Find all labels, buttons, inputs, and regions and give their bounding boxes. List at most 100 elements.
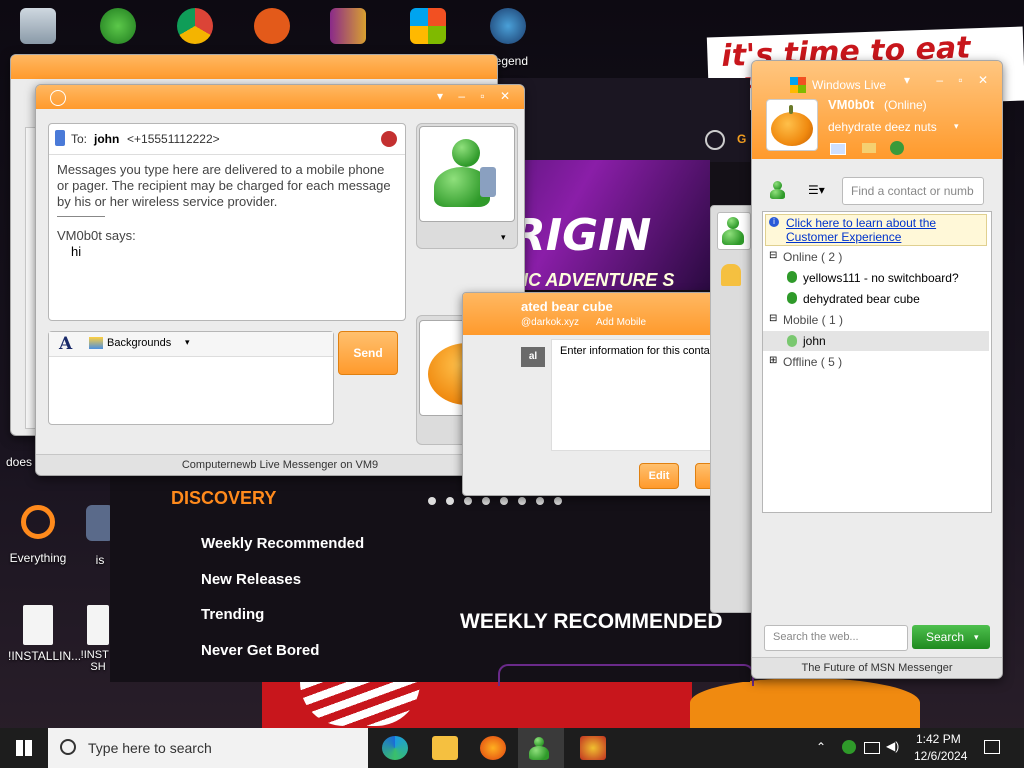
chat-window: ▾ – ▫ ✕ To: john <+15551112222> Messages… [35, 84, 525, 476]
desktop-icon-p[interactable] [242, 8, 302, 48]
edit-button[interactable]: Edit [639, 463, 679, 489]
paint-bucket-icon[interactable]: ▾ [904, 73, 910, 87]
game-taskbar-icon[interactable] [580, 736, 606, 760]
taskbar: Type here to search ⌃ ◀) 1:42 PM 12/6/20… [0, 728, 1024, 768]
send-button[interactable]: Send [338, 331, 398, 375]
contact-row-selected[interactable]: john [763, 331, 989, 351]
status-text[interactable]: (Online) [884, 98, 927, 112]
recycle-bin-icon [20, 8, 56, 44]
message-input[interactable] [53, 360, 327, 418]
font-icon[interactable]: A [59, 334, 72, 354]
input-panel: A Backgrounds ▾ [48, 331, 334, 425]
clock-time[interactable]: 1:42 PM [916, 732, 961, 746]
tray-messenger-icon[interactable] [842, 740, 856, 754]
backgrounds-dropdown[interactable]: Backgrounds [107, 337, 171, 349]
desktop-icon-messenger[interactable] [88, 8, 148, 48]
web-search-input[interactable]: Search the web... [764, 625, 908, 651]
chevron-down-icon[interactable]: ▾ [974, 625, 979, 649]
chrome-icon [177, 8, 213, 44]
view-options-icon[interactable]: ☰▾ [808, 183, 825, 197]
group-label: Online ( 2 ) [783, 250, 843, 264]
mobile-phone-icon [55, 130, 65, 146]
text-file-icon [87, 605, 109, 645]
taskbar-search-placeholder: Type here to search [88, 740, 212, 756]
contact-name: john [803, 334, 826, 348]
file-explorer-icon[interactable] [432, 736, 458, 760]
desktop-icon-label: Everything [9, 551, 67, 565]
online-status-icon [787, 271, 797, 283]
contact-avatar[interactable] [419, 126, 515, 222]
nav-new-releases[interactable]: New Releases [201, 571, 301, 588]
personal-message[interactable]: dehydrate deez nuts [828, 120, 937, 134]
desktop-icon-winrar[interactable] [318, 8, 378, 48]
desktop-icon-windows[interactable] [398, 8, 458, 48]
expand-icon[interactable]: ⊞ [769, 355, 777, 366]
contact-name: john [94, 132, 120, 146]
folder-icon[interactable] [862, 143, 876, 153]
search-button-label: Search [926, 630, 965, 644]
game-shortcut-icon [490, 8, 526, 44]
chat-window-menu-icon[interactable] [50, 90, 66, 106]
tray-chevron-up-icon[interactable]: ⌃ [816, 740, 826, 754]
store-search-icon[interactable] [705, 130, 725, 150]
info-bar-link[interactable]: Click here to learn about the Customer E… [786, 216, 956, 244]
desktop-icon-label: !INSTALLIN... [8, 649, 82, 663]
contacts-tab[interactable] [717, 212, 751, 250]
find-contact-input[interactable]: Find a contact or numb [842, 177, 984, 205]
contact-number: <+15551112222> [127, 132, 220, 146]
web-search-button[interactable]: Search ▾ [912, 625, 990, 649]
nav-weekly-recommended[interactable]: Weekly Recommended [201, 535, 364, 552]
to-bar: To: john <+15551112222> [49, 124, 405, 155]
format-toolbar: A Backgrounds ▾ [49, 332, 333, 357]
add-contact-icon[interactable] [770, 181, 790, 199]
desktop-icon-installing-1[interactable]: !INSTALLIN... [8, 605, 82, 663]
notification-icon[interactable] [984, 740, 1000, 754]
chat-footer: Computernewb Live Messenger on VM9 [36, 454, 524, 475]
volume-icon[interactable]: ◀) [886, 739, 899, 753]
nav-trending[interactable]: Trending [201, 606, 264, 623]
taskbar-search-box[interactable]: Type here to search [48, 728, 368, 768]
conversation-panel: To: john <+15551112222> Messages you typ… [48, 123, 406, 321]
group-label: Mobile ( 1 ) [783, 313, 844, 327]
chevron-down-icon[interactable]: ▾ [501, 232, 506, 243]
contact-name: yellows111 - no switchboard? [803, 271, 959, 285]
firefox-icon[interactable] [480, 736, 506, 760]
info-bar[interactable]: i Click here to learn about the Customer… [765, 214, 987, 246]
edge-icon[interactable] [382, 736, 408, 760]
text-file-icon [23, 605, 53, 645]
collapse-icon[interactable]: ⊟ [769, 313, 777, 324]
nav-never-get-bored[interactable]: Never Get Bored [201, 642, 319, 659]
contact-toolbar: ☰▾ Find a contact or numb [762, 169, 990, 209]
desktop-icon-partial[interactable]: does [4, 455, 34, 469]
profile-header: Windows Live ▾ – ▫ ✕ VM0b0t (Online) deh… [752, 61, 1002, 159]
clock-date[interactable]: 12/6/2024 [914, 749, 967, 763]
network-icon[interactable] [864, 742, 880, 754]
everything-search-icon [21, 505, 55, 539]
spaces-icon[interactable] [890, 141, 904, 155]
chevron-down-icon[interactable]: ▾ [185, 337, 190, 348]
desktop-icon-everything[interactable]: Everything [8, 505, 68, 565]
windows-live-logo-icon [790, 77, 806, 93]
sender-line: VM0b0t says: [57, 228, 136, 243]
contact-card-name: ated bear cube [521, 299, 613, 314]
contact-card-email: @darkok.xyz [521, 317, 579, 328]
window-controls[interactable]: ▾ – ▫ ✕ [437, 89, 516, 103]
contact-card-tab[interactable]: al [521, 347, 545, 367]
block-icon[interactable] [381, 131, 397, 147]
contact-avatar-frame: ▾ [416, 123, 518, 249]
profile-picture[interactable] [766, 99, 818, 151]
chevron-down-icon[interactable]: ▾ [954, 121, 959, 132]
start-button-icon[interactable] [16, 740, 32, 756]
messenger-taskbar-button[interactable] [518, 728, 564, 768]
search-icon [60, 739, 76, 755]
desktop-icon-recycle-bin[interactable] [8, 8, 68, 48]
window-controls[interactable]: – ▫ ✕ [936, 73, 994, 87]
add-mobile-link[interactable]: Add Mobile [596, 317, 646, 328]
collapse-icon[interactable]: ⊟ [769, 250, 777, 261]
desktop-icon-chrome[interactable] [165, 8, 225, 48]
username[interactable]: VM0b0t [828, 97, 874, 112]
carousel-dots[interactable] [428, 494, 572, 508]
mail-icon[interactable] [830, 143, 846, 155]
chat-titlebar[interactable]: ▾ – ▫ ✕ [36, 85, 524, 109]
alerts-bell-icon[interactable] [721, 264, 741, 286]
